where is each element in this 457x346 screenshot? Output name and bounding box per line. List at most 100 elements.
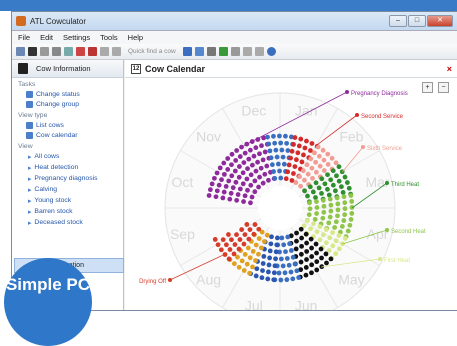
viewtype-label-text: List cows [36, 121, 64, 129]
cow-dot [323, 227, 329, 232]
close-button[interactable]: ✕ [427, 15, 453, 27]
redo-icon[interactable] [112, 47, 121, 56]
cow-dot [309, 165, 315, 171]
menu-settings[interactable]: Settings [63, 33, 90, 42]
task-change-group[interactable]: Change group [12, 99, 123, 109]
menu-tools[interactable]: Tools [100, 33, 118, 42]
view-heat-detection[interactable]: Heat detection [12, 162, 123, 173]
cow-dot [240, 170, 246, 176]
cow-dot [272, 263, 278, 269]
cow-dot [321, 209, 327, 215]
cow-dot [247, 227, 253, 232]
simple-pc-badge: Simple PC [4, 258, 92, 346]
cow-dot [222, 252, 228, 257]
cow-dot [242, 252, 248, 257]
cow-dot [319, 255, 324, 261]
status-icon [26, 90, 33, 98]
cow-dot [288, 248, 294, 253]
cow-dot [312, 150, 317, 156]
cow-dot [253, 168, 259, 174]
cow-dot [250, 264, 255, 270]
undo-icon[interactable] [100, 47, 109, 56]
task-label: Change status [36, 90, 80, 98]
cow-dot [226, 232, 231, 237]
view-label: View [18, 143, 33, 150]
quick-find-input[interactable]: Quick find a cow [128, 48, 176, 55]
cow-dot [234, 197, 240, 203]
view-barren-stock[interactable]: Barren stock [12, 206, 123, 217]
maximize-button[interactable]: □ [408, 15, 426, 27]
cow-dot [231, 261, 237, 267]
cow-dot [260, 157, 266, 163]
help-icon[interactable] [266, 47, 276, 56]
cow-dot [342, 212, 348, 218]
cow-dot [307, 184, 313, 190]
panel-close-icon[interactable]: × [447, 64, 452, 74]
cow-dot [313, 195, 318, 200]
edit-icon[interactable] [76, 47, 85, 56]
cow-dot [314, 229, 320, 235]
callout-dot [345, 90, 349, 94]
view-calving[interactable]: Calving [12, 184, 123, 195]
cow-dot [248, 200, 253, 206]
viewtype-list-cows[interactable]: List cows [12, 120, 123, 130]
cow-dot [349, 205, 355, 210]
cow-dot [296, 143, 302, 149]
view-young-stock[interactable]: Young stock [12, 195, 123, 206]
cow-dot [293, 246, 299, 252]
settings-icon[interactable] [254, 47, 264, 56]
menu-help[interactable]: Help [128, 33, 143, 42]
cow-dot [211, 175, 217, 181]
cow-dot [257, 174, 262, 180]
cow-dot [311, 221, 316, 227]
print-icon[interactable] [64, 47, 73, 56]
cow-dot [242, 150, 248, 156]
cow-dot [232, 242, 238, 247]
cow-dot [216, 182, 222, 188]
record-icon[interactable] [88, 47, 97, 56]
report-icon[interactable] [242, 47, 252, 56]
calendar-icon: 12 [131, 63, 141, 74]
cow-dot [253, 145, 259, 151]
cow-dot [237, 154, 243, 159]
delete-icon[interactable] [52, 47, 61, 56]
cow-dot [306, 212, 312, 218]
cow-dot [309, 245, 314, 251]
refresh-icon[interactable] [182, 47, 192, 56]
task-change-status[interactable]: Change status [12, 89, 123, 99]
search-icon[interactable] [194, 47, 204, 56]
export-icon[interactable] [218, 47, 228, 56]
cow-dot [325, 186, 330, 192]
new-icon[interactable] [16, 47, 25, 56]
menu-edit[interactable]: Edit [40, 33, 53, 42]
cow-dot [295, 150, 301, 156]
list-icon[interactable] [40, 47, 49, 56]
cow-dot [327, 196, 333, 202]
cow-dot [304, 249, 310, 254]
cow-dot [269, 234, 274, 240]
view-deceased-stock[interactable]: Deceased stock [12, 217, 123, 228]
cow-dot [268, 155, 274, 161]
cow-icon[interactable] [28, 47, 37, 56]
cow-dot [326, 192, 332, 198]
cow-dot [233, 179, 239, 185]
cow-dot [241, 241, 247, 247]
notes-icon[interactable] [230, 47, 240, 56]
cow-dot [269, 162, 275, 168]
cow-dot [268, 241, 274, 247]
cow-dot [241, 199, 246, 204]
menu-file[interactable]: File [18, 33, 30, 42]
cow-dot [239, 227, 245, 232]
view-all-cows[interactable]: All cows [12, 151, 123, 162]
minimize-button[interactable]: – [389, 15, 407, 27]
cow-dot [324, 240, 329, 246]
cow-dot [275, 161, 281, 167]
cow-dot [278, 175, 284, 181]
viewtype-cow-calendar[interactable]: Cow calendar [12, 130, 123, 140]
cow-dot [325, 151, 331, 157]
chart-icon[interactable] [206, 47, 216, 56]
view-pregnancy-diagnosis[interactable]: Pregnancy diagnosis [12, 173, 123, 184]
cow-dot [240, 181, 246, 187]
cow-dot [217, 165, 223, 171]
cow-dot [236, 264, 242, 270]
